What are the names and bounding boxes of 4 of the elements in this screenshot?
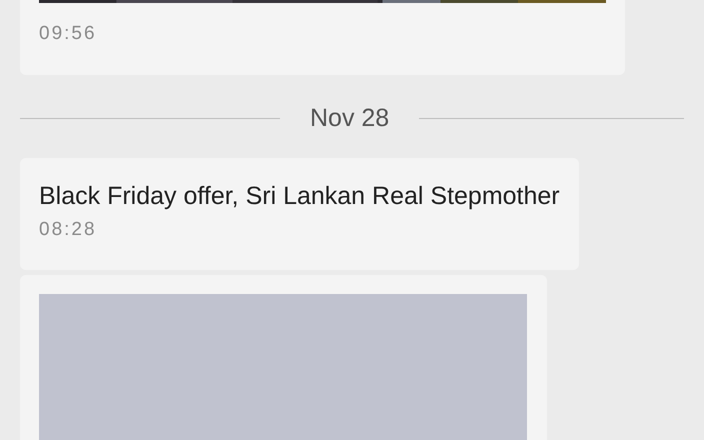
message-text: Black Friday offer, Sri Lankan Real Stepmother: [39, 181, 560, 212]
date-separator: Nov 28: [310, 106, 390, 130]
message-time: 09:56: [39, 22, 98, 46]
message-time: 08:28: [39, 218, 98, 242]
